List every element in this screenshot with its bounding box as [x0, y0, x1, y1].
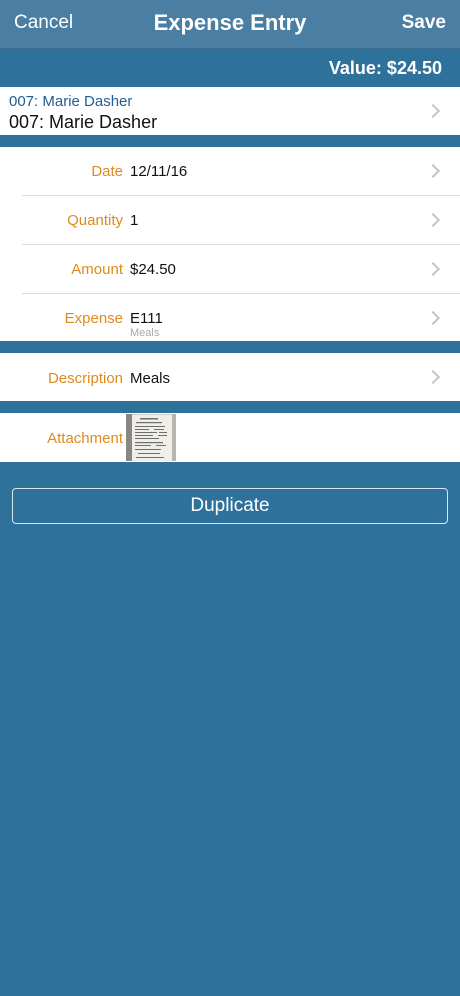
chevron-right-icon [425, 103, 441, 119]
value-bar: Value: $24.50 [0, 49, 460, 87]
client-row[interactable]: 007: Marie Dasher 007: Marie Dasher [0, 87, 460, 135]
amount-row[interactable]: Amount $24.50 [0, 245, 460, 294]
chevron-right-icon [425, 163, 441, 179]
chevron-right-icon [425, 212, 441, 228]
expense-code: E111 [130, 310, 163, 327]
quantity-value: 1 [130, 212, 139, 229]
details-group: Date 12/11/16 Quantity 1 Amount $24.50 E… [0, 147, 460, 341]
attachment-row[interactable]: Attachment [0, 413, 460, 462]
attachment-group: Attachment [0, 413, 460, 462]
date-value: 12/11/16 [130, 163, 188, 180]
chevron-right-icon [425, 310, 441, 326]
quantity-label: Quantity [67, 212, 123, 229]
navigation-bar: Cancel Expense Entry Save [0, 0, 460, 49]
expense-description: Meals [130, 327, 160, 339]
attachment-label: Attachment [47, 430, 123, 447]
expense-row[interactable]: Expense E111 Meals [0, 294, 460, 341]
description-label: Description [47, 370, 123, 387]
quantity-row[interactable]: Quantity 1 [0, 196, 460, 245]
duplicate-button[interactable]: Duplicate [12, 488, 448, 524]
description-group: Description Meals [0, 353, 460, 401]
receipt-thumbnail[interactable] [126, 414, 176, 461]
chevron-right-icon [425, 261, 441, 277]
amount-value: $24.50 [130, 261, 176, 278]
client-code: 007: Marie Dasher [9, 93, 133, 110]
client-name: 007: Marie Dasher [9, 112, 158, 132]
description-value: Meals [130, 370, 171, 387]
date-row[interactable]: Date 12/11/16 [0, 147, 460, 196]
save-button[interactable]: Save [402, 12, 446, 34]
date-label: Date [91, 163, 123, 180]
chevron-right-icon [425, 369, 441, 385]
page-title: Expense Entry [153, 10, 307, 35]
total-value: Value: $24.50 [328, 58, 442, 78]
description-row[interactable]: Description Meals [0, 353, 460, 401]
amount-label: Amount [71, 261, 123, 278]
expense-label: Expense [64, 310, 123, 327]
